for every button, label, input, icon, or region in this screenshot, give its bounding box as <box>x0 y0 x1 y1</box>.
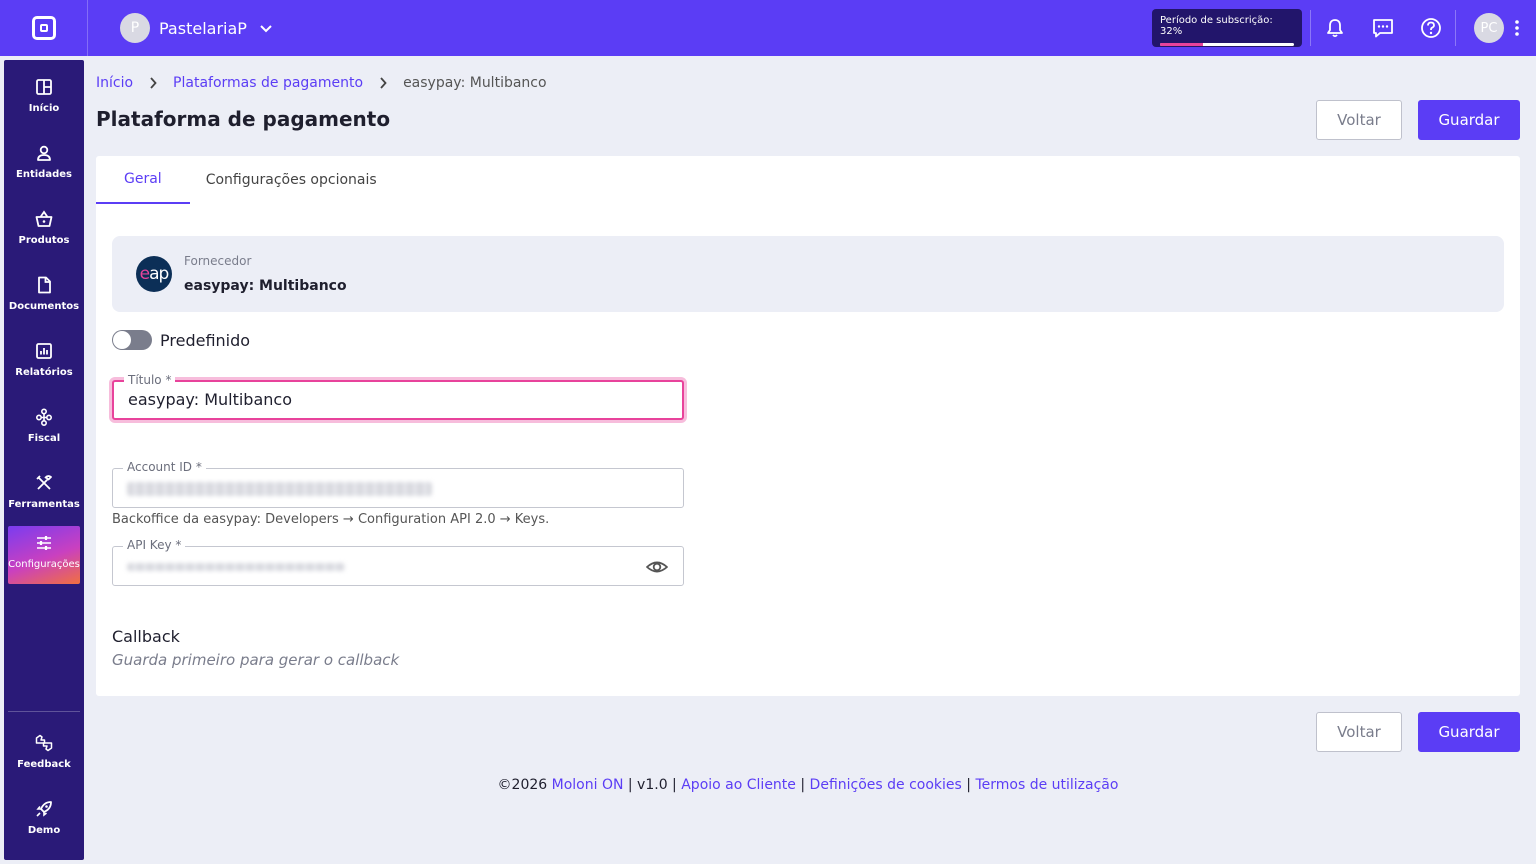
notifications-button[interactable] <box>1311 0 1359 56</box>
document-icon <box>38 276 51 294</box>
feedback-icon <box>35 734 53 752</box>
chevron-right-icon <box>380 77 387 89</box>
subscription-progress <box>1160 43 1294 46</box>
title-input[interactable] <box>128 390 628 409</box>
sidebar-item-label: Entidades <box>16 169 72 180</box>
help-icon <box>1421 18 1441 38</box>
sidebar-item-label: Produtos <box>18 235 70 246</box>
save-button-top[interactable]: Guardar <box>1418 100 1520 140</box>
save-button-bottom[interactable]: Guardar <box>1418 712 1520 752</box>
callback-hint: Guarda primeiro para gerar o callback <box>112 651 400 669</box>
tab-configuracoes-opcionais[interactable]: Configurações opcionais <box>190 156 393 204</box>
back-button-top[interactable]: Voltar <box>1316 100 1402 140</box>
account-id-hint: Backoffice da easypay: Developers → Conf… <box>112 512 550 527</box>
more-menu-button[interactable] <box>1504 0 1530 56</box>
footer-copyright: ©2026 <box>497 777 548 793</box>
kebab-menu-icon <box>1515 20 1519 36</box>
api-key-field[interactable]: API Key * <box>112 538 684 586</box>
company-selector[interactable]: P PastelariaP <box>120 13 273 43</box>
breadcrumb-section[interactable]: Plataformas de pagamento <box>173 75 363 91</box>
page-title: Plataforma de pagamento <box>96 107 391 131</box>
account-id-value-redacted <box>127 482 432 496</box>
subscription-label: Período de subscrição: 32% <box>1160 15 1273 37</box>
user-avatar[interactable]: PC <box>1474 13 1504 43</box>
footer-brand-link[interactable]: Moloni ON <box>552 777 624 793</box>
sidebar-item-documentos[interactable]: Documentos <box>4 268 84 326</box>
default-toggle-row: Predefinido <box>112 330 250 350</box>
chat-icon <box>1373 19 1393 38</box>
sidebar-item-label: Ferramentas <box>8 499 80 510</box>
footer-support-link[interactable]: Apoio ao Cliente <box>681 777 796 793</box>
company-name: PastelariaP <box>159 18 247 38</box>
company-avatar: P <box>120 13 150 43</box>
rocket-icon <box>36 801 52 817</box>
footer-separator: | <box>966 777 971 793</box>
breadcrumb-current: easypay: Multibanco <box>403 75 547 91</box>
sidebar-item-label: Documentos <box>8 301 80 312</box>
grid-icon <box>36 79 52 95</box>
supplier-label: Fornecedor <box>184 254 252 268</box>
footer-separator: | <box>800 777 806 793</box>
chevron-right-icon <box>150 77 157 89</box>
help-button[interactable] <box>1407 0 1455 56</box>
sidebar-divider <box>8 711 80 712</box>
default-toggle[interactable] <box>112 330 152 350</box>
bell-icon <box>1327 19 1343 38</box>
default-toggle-label: Predefinido <box>160 330 251 350</box>
sidebar-item-produtos[interactable]: Produtos <box>4 202 84 260</box>
easypay-logo: e ap <box>136 256 172 292</box>
sidebar-item-label: Relatórios <box>15 367 73 378</box>
supplier-panel: e ap Fornecedor easypay: Multibanco <box>112 236 1504 312</box>
app-logo[interactable] <box>0 0 88 56</box>
sidebar-item-relatorios[interactable]: Relatórios <box>4 334 84 392</box>
logo-icon <box>31 16 56 40</box>
tab-bar: Geral Configurações opcionais <box>96 156 393 204</box>
breadcrumb: Início Plataformas de pagamento easypay:… <box>96 75 547 91</box>
hierarchy-icon <box>35 408 53 426</box>
sidebar-item-configuracoes[interactable]: Configurações <box>8 526 80 584</box>
sidebar-item-label: Início <box>28 103 60 114</box>
tools-icon <box>36 475 52 490</box>
account-id-field[interactable]: Account ID * <box>112 460 684 508</box>
footer-cookies-link[interactable]: Definições de cookies <box>810 777 962 793</box>
sidebar-item-ferramentas[interactable]: Ferramentas <box>4 466 84 524</box>
footer: ©2026 Moloni ON | v1.0 | Apoio ao Client… <box>0 777 1536 793</box>
top-bar: P PastelariaP Período de subscrição: 32%… <box>0 0 1536 56</box>
person-icon <box>37 145 51 161</box>
tab-geral[interactable]: Geral <box>96 156 190 204</box>
sidebar-item-feedback[interactable]: Feedback <box>4 726 84 784</box>
callback-title: Callback <box>112 627 180 646</box>
form-card: Geral Configurações opcionais e ap Fornec… <box>96 156 1520 696</box>
breadcrumb-home[interactable]: Início <box>96 75 133 91</box>
sidebar-item-demo[interactable]: Demo <box>4 792 84 850</box>
footer-version: | v1.0 | <box>627 777 677 793</box>
chart-icon <box>36 343 52 359</box>
footer-terms-link[interactable]: Termos de utilização <box>975 777 1118 793</box>
back-button-bottom[interactable]: Voltar <box>1316 712 1402 752</box>
sidebar-item-fiscal[interactable]: Fiscal <box>4 400 84 458</box>
account-id-label: Account ID * <box>123 460 206 474</box>
api-key-value-masked <box>127 563 345 571</box>
messages-button[interactable] <box>1359 0 1407 56</box>
sidebar-item-entidades[interactable]: Entidades <box>4 136 84 194</box>
sidebar: Início Entidades Produtos Documentos Rel… <box>4 60 84 860</box>
api-key-label: API Key * <box>123 538 186 552</box>
sliders-icon <box>37 536 51 550</box>
sidebar-item-label: Demo <box>27 825 61 836</box>
sidebar-item-label: Feedback <box>17 759 71 770</box>
sidebar-item-inicio[interactable]: Início <box>4 70 84 128</box>
eye-icon[interactable] <box>645 555 669 579</box>
basket-icon <box>35 210 53 227</box>
chevron-down-icon <box>260 25 272 33</box>
supplier-name: easypay: Multibanco <box>184 278 347 294</box>
title-field[interactable]: Título * <box>112 373 684 420</box>
sidebar-item-label: Configurações <box>8 559 80 570</box>
subscription-badge[interactable]: Período de subscrição: 32% <box>1152 9 1302 47</box>
sidebar-item-label: Fiscal <box>27 433 61 444</box>
title-field-label: Título * <box>124 373 176 387</box>
